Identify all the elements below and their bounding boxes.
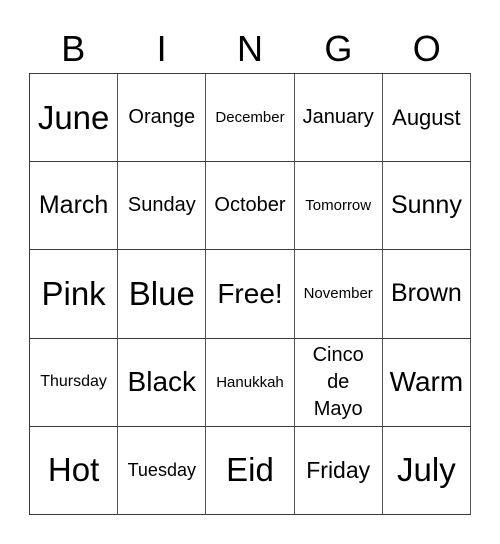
header-letter-i: I <box>156 28 167 69</box>
bingo-cell[interactable]: Orange <box>118 74 207 163</box>
bingo-cell[interactable]: Black <box>118 338 207 427</box>
bingo-cell[interactable]: Pink <box>30 250 119 339</box>
bingo-cell[interactable]: Blue <box>118 250 207 339</box>
bingo-cell[interactable]: Cinco de Mayo <box>294 338 383 427</box>
bingo-grid: June Orange December January August Marc… <box>29 73 471 515</box>
bingo-cell[interactable]: Eid <box>206 426 295 515</box>
bingo-cell[interactable]: Brown <box>382 250 471 339</box>
bingo-cell[interactable]: Sunday <box>118 162 207 251</box>
bingo-cell[interactable]: Sunny <box>382 162 471 251</box>
header-letter-g: G <box>324 28 353 69</box>
bingo-cell[interactable]: Tuesday <box>118 426 207 515</box>
bingo-cell[interactable]: October <box>206 162 295 251</box>
bingo-cell[interactable]: Hot <box>30 426 119 515</box>
bingo-cell-multiline-text: Cinco de Mayo <box>312 343 364 420</box>
bingo-cell[interactable]: Thursday <box>30 338 119 427</box>
bingo-cell[interactable]: August <box>382 74 471 163</box>
bingo-cell[interactable]: Hanukkah <box>206 338 295 427</box>
header-letter-b: B <box>61 28 86 69</box>
bingo-cell[interactable]: Friday <box>294 426 383 515</box>
bingo-cell[interactable]: December <box>206 74 295 163</box>
free-space-cell[interactable]: Free! <box>206 250 295 339</box>
bingo-cell[interactable]: March <box>30 162 119 251</box>
bingo-cell[interactable]: July <box>382 426 471 515</box>
header-letter-n: N <box>236 28 263 69</box>
bingo-cell[interactable]: Tomorrow <box>294 162 383 251</box>
header-letter-o: O <box>412 28 441 69</box>
bingo-cell[interactable]: January <box>294 74 383 163</box>
bingo-cell[interactable]: June <box>30 74 119 163</box>
bingo-header: B I N G O <box>29 26 471 72</box>
bingo-cell[interactable]: Warm <box>382 338 471 427</box>
bingo-cell[interactable]: November <box>294 250 383 339</box>
